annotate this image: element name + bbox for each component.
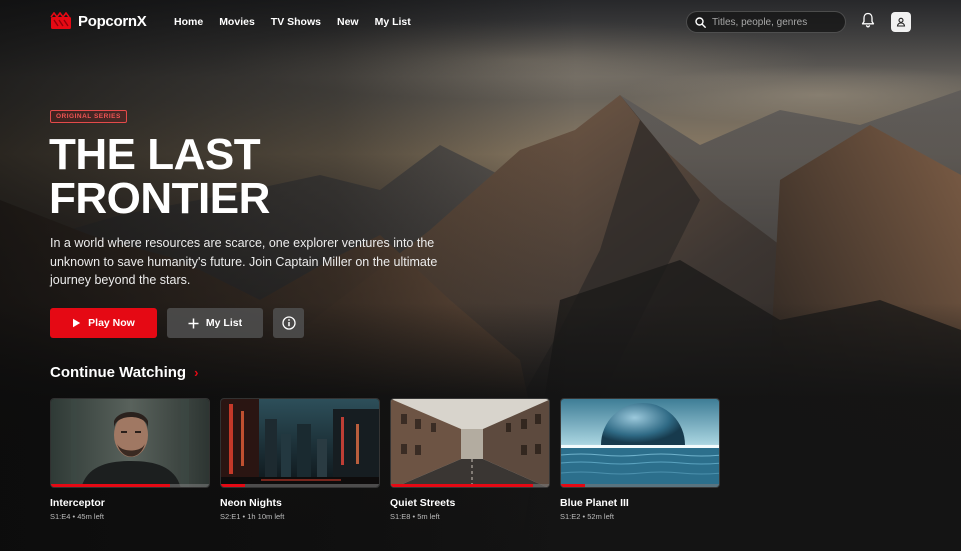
continue-watching-heading[interactable]: Continue Watching › bbox=[50, 364, 198, 381]
play-icon bbox=[73, 318, 81, 328]
chevron-right-icon: › bbox=[194, 365, 199, 380]
progress-bar bbox=[391, 484, 549, 487]
play-now-label: Play Now bbox=[88, 317, 135, 329]
hero-title-line-2: FRONTIER bbox=[49, 174, 270, 223]
nav-link-my-list[interactable]: My List bbox=[375, 16, 411, 28]
progress-fill bbox=[51, 484, 170, 487]
card-meta: S1:E2 • 52m left bbox=[560, 512, 614, 521]
progress-bar bbox=[51, 484, 209, 487]
card-title: Interceptor bbox=[50, 497, 105, 509]
thumbnail-image bbox=[561, 399, 719, 487]
play-now-button[interactable]: Play Now bbox=[50, 308, 157, 338]
thumbnail[interactable] bbox=[50, 398, 210, 488]
thumbnail[interactable] bbox=[220, 398, 380, 488]
nav-link-tv-shows[interactable]: TV Shows bbox=[271, 16, 321, 28]
nav-links: Home Movies TV Shows New My List bbox=[174, 16, 427, 28]
nav-link-new[interactable]: New bbox=[337, 16, 359, 28]
progress-bar bbox=[221, 484, 379, 487]
thumbnail[interactable] bbox=[390, 398, 550, 488]
popcorn-logo-icon bbox=[50, 12, 71, 29]
card-meta: S1:E4 • 45m left bbox=[50, 512, 104, 521]
progress-fill bbox=[561, 484, 585, 487]
user-icon bbox=[896, 17, 906, 27]
add-to-my-list-button[interactable]: My List bbox=[167, 308, 263, 338]
continue-card-quiet-streets[interactable]: Quiet Streets S1:E8 • 5m left bbox=[390, 398, 550, 521]
continue-card-interceptor[interactable]: Interceptor S1:E4 • 45m left bbox=[50, 398, 210, 521]
logo-text: PopcornX bbox=[78, 12, 147, 30]
plus-icon bbox=[188, 318, 199, 328]
continue-card-neon-nights[interactable]: Neon Nights S2:E1 • 1h 10m left bbox=[220, 398, 380, 521]
continue-card-blue-planet-iii[interactable]: Blue Planet III S1:E2 • 52m left bbox=[560, 398, 720, 521]
card-meta: S1:E8 • 5m left bbox=[390, 512, 440, 521]
hero-description: In a world where resources are scarce, o… bbox=[50, 236, 438, 287]
search-icon bbox=[695, 16, 706, 28]
hero-title-line-1: THE LAST bbox=[49, 130, 261, 179]
progress-fill bbox=[391, 484, 534, 487]
progress-fill bbox=[221, 484, 245, 487]
search-input[interactable] bbox=[712, 16, 837, 28]
top-navigation: PopcornX Home Movies TV Shows New My Lis… bbox=[0, 0, 961, 44]
thumbnail-image bbox=[391, 399, 549, 487]
search-box[interactable] bbox=[686, 11, 846, 33]
hero-title: THE LAST FRONTIER bbox=[49, 133, 369, 221]
card-title: Quiet Streets bbox=[390, 497, 456, 509]
nav-link-movies[interactable]: Movies bbox=[219, 16, 255, 28]
continue-watching-title: Continue Watching bbox=[50, 364, 187, 381]
profile-avatar[interactable] bbox=[891, 12, 911, 32]
thumbnail-image bbox=[221, 399, 379, 487]
card-title: Blue Planet III bbox=[560, 497, 629, 509]
info-icon bbox=[281, 316, 296, 330]
progress-bar bbox=[561, 484, 719, 487]
nav-link-home[interactable]: Home bbox=[174, 16, 203, 28]
more-info-button[interactable] bbox=[273, 308, 304, 338]
card-title: Neon Nights bbox=[220, 497, 282, 509]
my-list-label: My List bbox=[205, 317, 243, 329]
thumbnail-image bbox=[51, 399, 209, 487]
thumbnail[interactable] bbox=[560, 398, 720, 488]
original-series-badge: ORIGINAL SERIES bbox=[50, 110, 127, 123]
bell-icon[interactable] bbox=[861, 12, 875, 28]
card-meta: S2:E1 • 1h 10m left bbox=[220, 512, 285, 521]
brand-logo[interactable]: PopcornX bbox=[50, 12, 147, 30]
